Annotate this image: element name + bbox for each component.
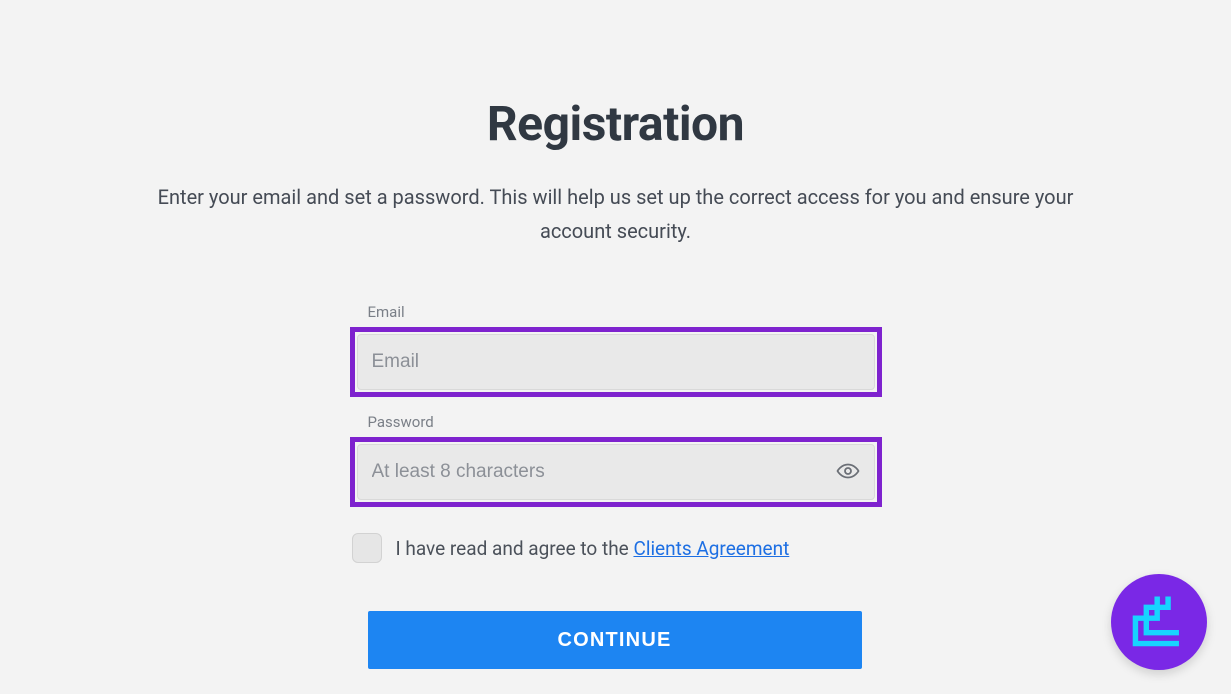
- support-logo-icon: [1130, 591, 1188, 653]
- registration-form: Email Password: [350, 303, 882, 669]
- agreement-checkbox[interactable]: [352, 533, 382, 563]
- agreement-text: I have read and agree to the Clients Agr…: [396, 537, 790, 560]
- toggle-password-visibility-button[interactable]: [832, 456, 864, 488]
- eye-icon: [836, 459, 860, 486]
- password-field-highlight: [350, 437, 882, 507]
- agreement-row: I have read and agree to the Clients Agr…: [352, 533, 882, 563]
- email-label: Email: [368, 303, 882, 321]
- agreement-prefix: I have read and agree to the: [396, 537, 634, 560]
- password-input-shell: [357, 444, 875, 500]
- email-field-highlight: [350, 327, 882, 397]
- password-input[interactable]: [358, 445, 874, 499]
- page-subtitle: Enter your email and set a password. Thi…: [156, 180, 1076, 248]
- clients-agreement-link[interactable]: Clients Agreement: [633, 537, 789, 560]
- password-label: Password: [368, 413, 882, 431]
- support-fab[interactable]: [1111, 574, 1207, 670]
- email-input-shell: [357, 334, 875, 390]
- continue-button[interactable]: CONTINUE: [368, 611, 862, 669]
- registration-container: Registration Enter your email and set a …: [0, 0, 1231, 669]
- page-title: Registration: [487, 95, 744, 152]
- email-input[interactable]: [358, 335, 874, 389]
